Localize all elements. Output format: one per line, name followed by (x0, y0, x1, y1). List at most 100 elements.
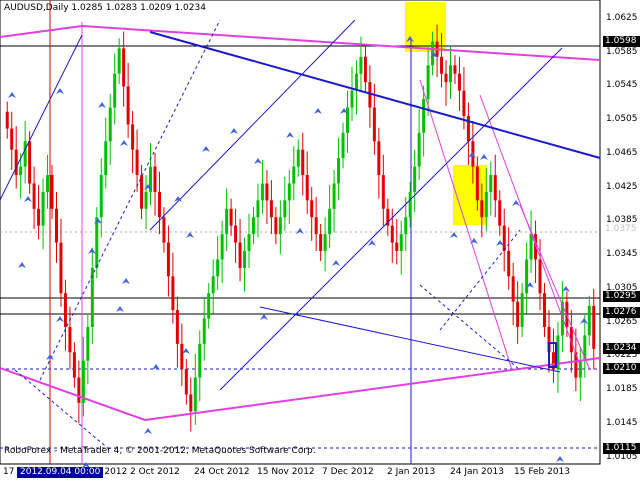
candle-body (162, 217, 166, 243)
candle-body (328, 208, 332, 235)
time-tick: 17 (3, 467, 15, 477)
candle-body (457, 73, 461, 91)
candle-body (372, 107, 376, 142)
candle-body (314, 217, 318, 235)
candle-body (319, 234, 323, 251)
candle-body (310, 200, 314, 218)
time-tick: 15 Nov 2012 (257, 467, 315, 477)
candle-body (28, 141, 32, 184)
candle-body (189, 394, 193, 412)
candle-body (466, 115, 470, 142)
candle-body (529, 234, 533, 260)
candle-body (77, 377, 81, 403)
candle-body (256, 200, 260, 218)
candle-body (180, 343, 184, 370)
candle-body (234, 225, 238, 243)
candle-body (238, 242, 242, 268)
candle-body (225, 208, 229, 235)
candle-body (538, 259, 542, 294)
candle-body (104, 141, 108, 176)
price-tick: 1.0145 (606, 418, 638, 429)
price-chart[interactable] (0, 0, 640, 480)
candle-body (274, 217, 278, 235)
candle-body (251, 217, 255, 235)
candle-body (422, 99, 426, 133)
price-tick: 1.0465 (606, 147, 638, 158)
candle-body (377, 141, 381, 176)
candle-body (511, 276, 515, 302)
candle-body (543, 293, 547, 327)
candle-body (346, 107, 350, 133)
candle-body (475, 166, 479, 201)
candle-body (117, 48, 121, 74)
candle-body (265, 183, 269, 201)
price-marker: 1.0375 (603, 223, 640, 235)
candle-body (484, 191, 488, 218)
candle-body (19, 166, 23, 176)
candle-body (220, 234, 224, 260)
candle-body (453, 65, 457, 74)
time-tick: 24 Jan 2013 (450, 467, 504, 477)
candle-body (399, 234, 403, 251)
candle-body (171, 276, 175, 311)
candle-body (337, 158, 341, 184)
candle-body (202, 318, 206, 344)
candle-body (592, 305, 596, 349)
candle-body (175, 310, 179, 344)
candle-body (448, 65, 452, 83)
crosshair-date-label: 2012.09.04 00:00 (17, 467, 104, 478)
candle-body (408, 191, 412, 218)
candle-body (59, 242, 63, 294)
candle-body (41, 191, 45, 226)
candle-body (516, 301, 520, 327)
candle-body (444, 73, 448, 83)
price-tick: 1.0585 (606, 46, 638, 57)
candle-body (287, 183, 291, 201)
candle-body (587, 305, 591, 336)
candle-body (63, 293, 67, 327)
candle-body (14, 149, 18, 176)
candle-body (296, 149, 300, 167)
candle-body (520, 293, 524, 327)
candle-body (301, 149, 305, 176)
time-tick: 7 Dec 2012 (322, 467, 374, 477)
candle-body (462, 90, 466, 116)
price-marker: 1.0295 (603, 291, 640, 303)
candle-body (381, 175, 385, 209)
candle-body (126, 86, 130, 125)
candle-body (507, 250, 511, 277)
symbol-title: AUDUSD,Daily 1.0285 1.0283 1.0209 1.0234 (4, 3, 206, 13)
candle-body (323, 234, 327, 251)
candle-body (489, 175, 493, 192)
candle-body (525, 259, 529, 294)
candle-body (278, 217, 282, 235)
candle-body (395, 242, 399, 251)
candle-body (498, 200, 502, 226)
price-tick: 1.0625 (606, 12, 638, 23)
candle-body (157, 191, 161, 218)
time-tick: 2 Oct 2012 (130, 467, 180, 477)
candle-body (108, 107, 112, 142)
candle-body (207, 293, 211, 319)
candle-body (440, 56, 444, 74)
price-tick: 1.0545 (606, 80, 638, 91)
candle-body (50, 175, 54, 209)
candle-body (10, 128, 14, 150)
candle-body (480, 200, 484, 218)
chart-window[interactable]: AUDUSD,Daily 1.0285 1.0283 1.0209 1.0234… (0, 0, 640, 480)
candle-body (404, 217, 408, 235)
time-tick: 15 Feb 2013 (514, 467, 571, 477)
candle-body (247, 234, 251, 251)
price-tick: 1.0345 (606, 249, 638, 260)
candle-body (95, 217, 99, 268)
candle-body (99, 175, 103, 218)
copyright-text: RoboForex - MetaTrader 4, © 2001-2012, M… (4, 446, 316, 456)
candle-body (493, 175, 497, 201)
candle-body (113, 73, 117, 108)
candle-body (216, 259, 220, 277)
candle-body (417, 132, 421, 167)
candle-body (32, 183, 36, 209)
price-marker: 1.0598 (603, 35, 640, 47)
candle-body (23, 141, 27, 167)
price-marker: 1.0276 (603, 307, 640, 319)
